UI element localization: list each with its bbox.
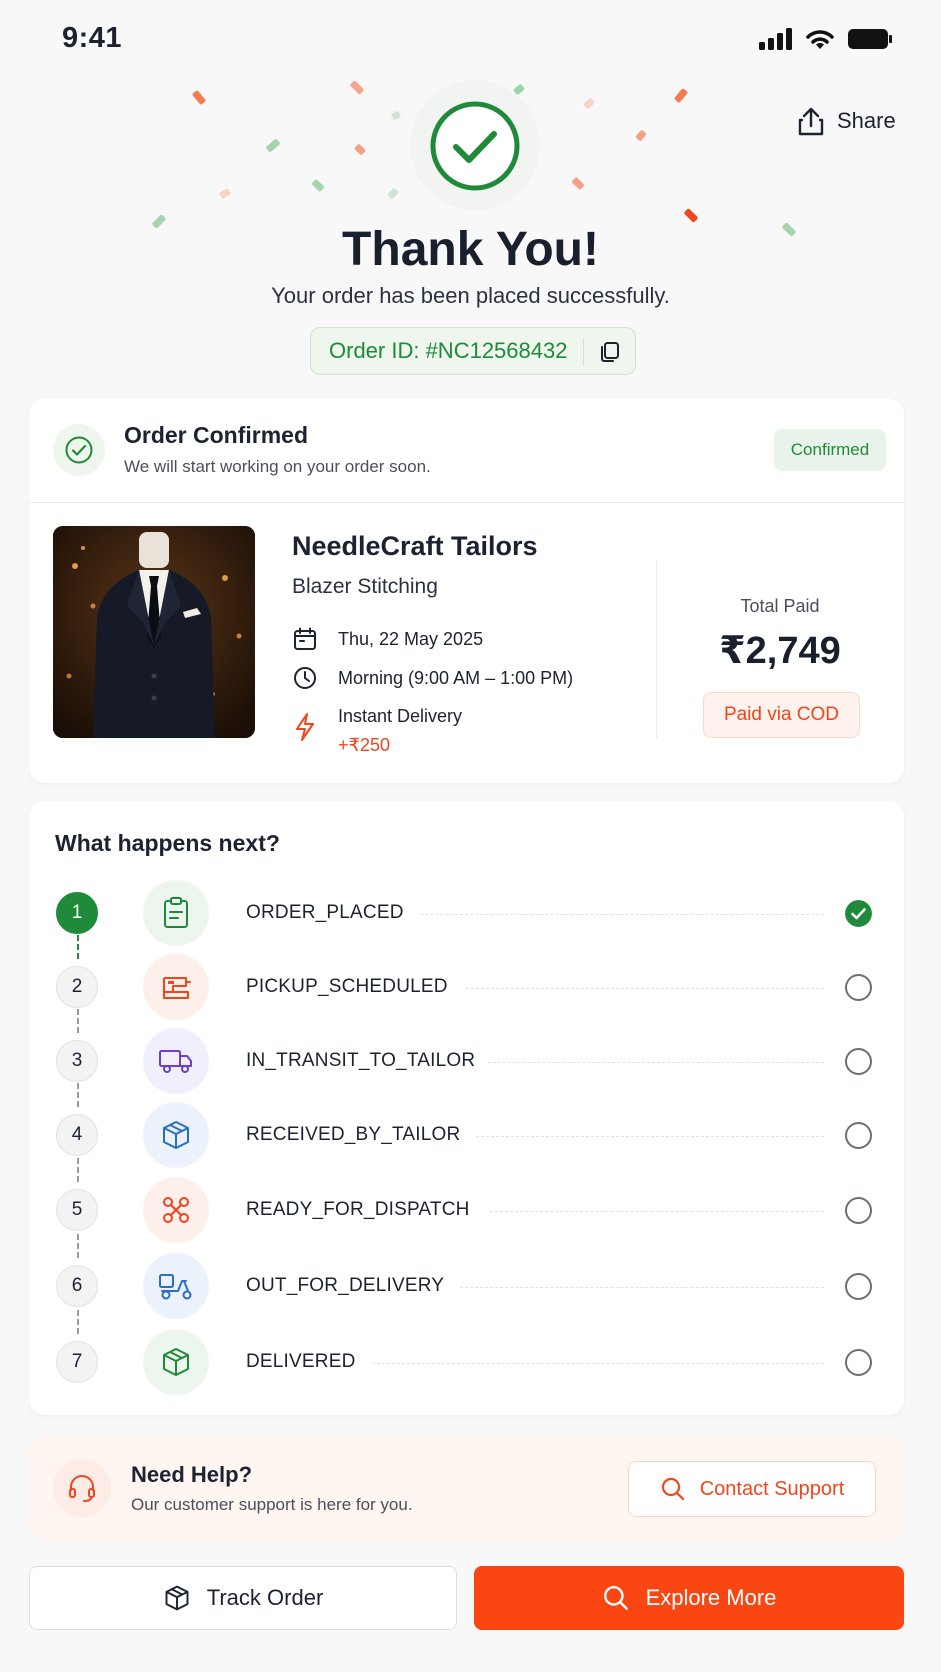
- next-steps-title: What happens next?: [55, 830, 280, 856]
- package-icon: [143, 1102, 209, 1168]
- step-connector: [77, 1158, 79, 1182]
- step-label: RECEIVED_BY_TAILOR: [246, 1124, 461, 1145]
- share-icon: [798, 107, 824, 136]
- step-number: 4: [56, 1114, 98, 1156]
- step-pending-circle-icon: [845, 1349, 872, 1376]
- step-connector: [77, 935, 79, 959]
- card-divider: [29, 502, 904, 503]
- order-id-pill: Order ID: #NC12568432: [310, 327, 636, 375]
- status-icons: [759, 28, 893, 50]
- scooter-icon: [143, 1253, 209, 1319]
- contact-support-label: Contact Support: [699, 1477, 845, 1500]
- step-dash-line: [466, 988, 824, 989]
- step-label: DELIVERED: [246, 1351, 356, 1372]
- step-number: 3: [56, 1040, 98, 1082]
- order-status-title: Order Confirmed: [124, 422, 309, 448]
- search-icon: [603, 1586, 628, 1610]
- signal-icon: [759, 28, 792, 50]
- order-id-text: Order ID: #NC12568432: [329, 338, 568, 363]
- total-label: Total Paid: [740, 596, 820, 616]
- lightning-icon: [296, 713, 314, 741]
- battery-icon: [848, 29, 892, 49]
- step-done-check-icon: [845, 900, 872, 927]
- contact-support-button[interactable]: Contact Support: [628, 1461, 876, 1517]
- step-pending-circle-icon: [845, 1273, 872, 1300]
- pickup-slot-row: Morning (9:00 AM – 1:00 PM): [292, 665, 573, 691]
- status-time: 9:41: [62, 22, 123, 54]
- step-label: ORDER_PLACED: [246, 902, 404, 923]
- step-number: 2: [56, 966, 98, 1008]
- share-label: Share: [837, 108, 896, 133]
- explore-more-button[interactable]: Explore More: [474, 1566, 904, 1630]
- step-connector: [77, 1234, 79, 1258]
- pickup-date: Thu, 22 May 2025: [338, 628, 484, 649]
- step-connector: [77, 1310, 79, 1334]
- shop-name: NeedleCraft Tailors: [292, 531, 538, 561]
- help-title: Need Help?: [131, 1462, 253, 1487]
- track-order-label: Track Order: [206, 1585, 324, 1610]
- step-dash-line: [476, 1136, 824, 1137]
- calendar-icon: [294, 627, 316, 650]
- step-number: 1: [56, 892, 98, 934]
- step-pending-circle-icon: [845, 974, 872, 1001]
- status-badge: Confirmed: [774, 429, 886, 471]
- delivery-price: +₹250: [338, 735, 390, 755]
- wifi-icon: [806, 30, 834, 49]
- step-label: PICKUP_SCHEDULED: [246, 976, 448, 997]
- payment-method-badge: Paid via COD: [703, 692, 860, 738]
- pickup-date-row: Thu, 22 May 2025: [292, 626, 483, 652]
- page-subtitle: Your order has been placed successfully.: [271, 283, 670, 308]
- confirmed-check-icon: [53, 424, 105, 476]
- search-icon: [661, 1477, 684, 1501]
- share-button[interactable]: Share: [797, 106, 896, 136]
- step-pending-circle-icon: [845, 1048, 872, 1075]
- order-status-subtitle: We will start working on your order soon…: [124, 457, 431, 476]
- step-label: OUT_FOR_DELIVERY: [246, 1275, 445, 1296]
- clock-icon: [294, 667, 316, 689]
- sewing-machine-icon: [143, 954, 209, 1020]
- clipboard-icon: [143, 880, 209, 946]
- help-subtitle: Our customer support is here for you.: [131, 1495, 413, 1514]
- pill-divider: [583, 338, 584, 366]
- truck-icon: [143, 1028, 209, 1094]
- step-label: READY_FOR_DISPATCH: [246, 1199, 470, 1220]
- step-number: 5: [56, 1189, 98, 1231]
- pickup-slot: Morning (9:00 AM – 1:00 PM): [338, 667, 574, 688]
- step-dash-line: [420, 914, 824, 915]
- step-dash-line: [372, 1363, 824, 1364]
- service-name: Blazer Stitching: [292, 575, 438, 598]
- step-pending-circle-icon: [845, 1122, 872, 1149]
- step-dash-line: [460, 1287, 824, 1288]
- scissors-icon: [143, 1177, 209, 1243]
- step-number: 7: [56, 1341, 98, 1383]
- delivery-row: Instant Delivery +₹250: [292, 706, 462, 756]
- headset-icon: [53, 1459, 111, 1517]
- product-image: [53, 526, 255, 738]
- step-pending-circle-icon: [845, 1197, 872, 1224]
- step-dash-line: [488, 1062, 824, 1063]
- track-order-button[interactable]: Track Order: [29, 1566, 457, 1630]
- step-label: IN_TRANSIT_TO_TAILOR: [246, 1050, 476, 1071]
- step-dash-line: [490, 1211, 824, 1212]
- package-icon: [165, 1585, 189, 1611]
- success-check-icon: [430, 101, 520, 191]
- total-amount: ₹2,749: [719, 630, 841, 672]
- step-number: 6: [56, 1265, 98, 1307]
- package-delivered-icon: [143, 1329, 209, 1395]
- step-connector: [77, 1083, 79, 1107]
- step-connector: [77, 1009, 79, 1033]
- page-title: Thank You!: [342, 223, 599, 276]
- copy-icon[interactable]: [598, 340, 622, 364]
- delivery-type: Instant Delivery: [338, 706, 463, 726]
- explore-more-label: Explore More: [645, 1585, 777, 1610]
